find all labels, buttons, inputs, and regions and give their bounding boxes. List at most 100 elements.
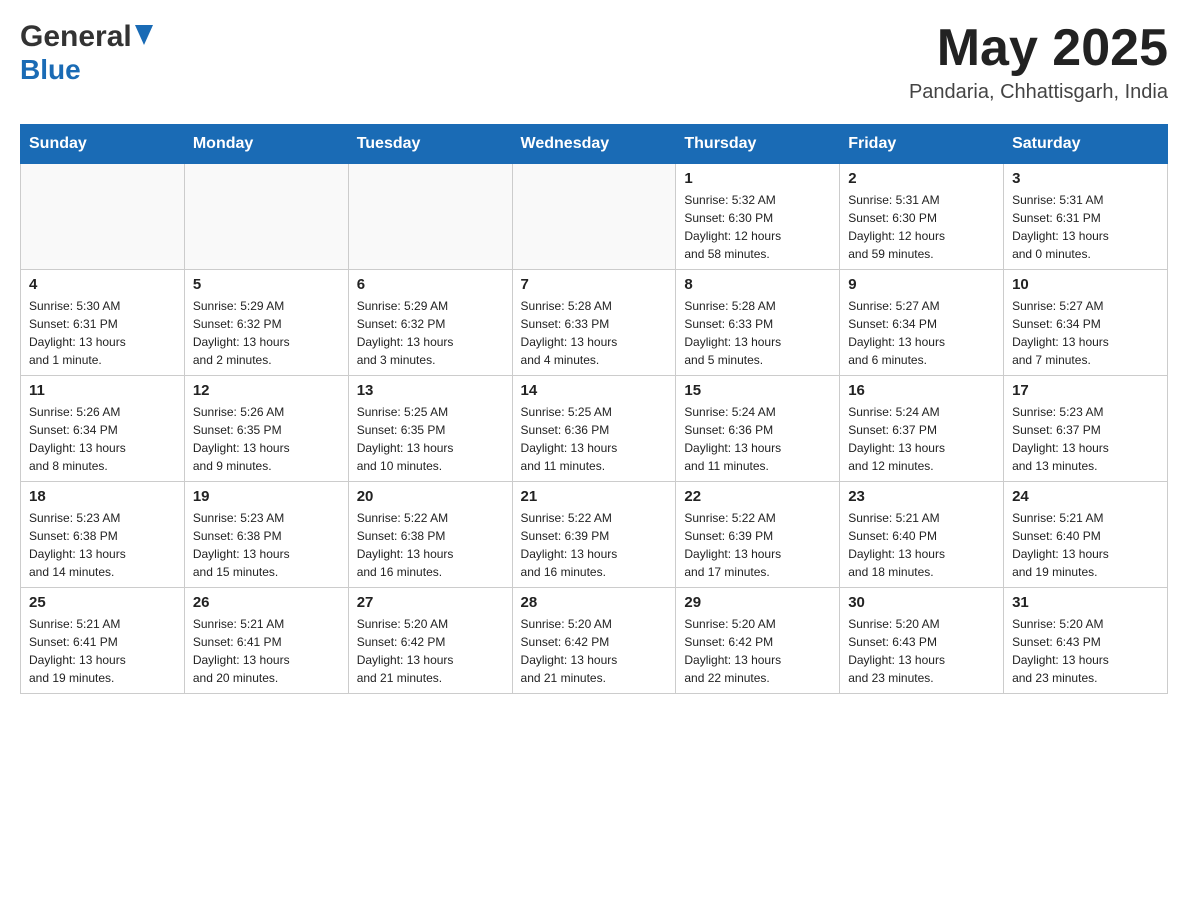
day-info: Sunrise: 5:26 AMSunset: 6:34 PMDaylight:… bbox=[29, 403, 176, 475]
week-row-3: 11 Sunrise: 5:26 AMSunset: 6:34 PMDayligh… bbox=[21, 376, 1168, 482]
day-header-saturday: Saturday bbox=[1004, 125, 1168, 164]
calendar-cell bbox=[512, 164, 676, 270]
day-header-tuesday: Tuesday bbox=[348, 125, 512, 164]
calendar-cell: 1 Sunrise: 5:32 AMSunset: 6:30 PMDaylight… bbox=[676, 164, 840, 270]
month-title: May 2025 bbox=[909, 20, 1168, 77]
week-row-2: 4Sunrise: 5:30 AMSunset: 6:31 PMDaylight… bbox=[21, 270, 1168, 376]
day-info: Sunrise: 5:20 AMSunset: 6:43 PMDaylight:… bbox=[848, 615, 995, 687]
title-block: May 2025 Pandaria, Chhattisgarh, India bbox=[909, 20, 1168, 104]
day-info: Sunrise: 5:22 AMSunset: 6:39 PMDaylight:… bbox=[521, 509, 668, 581]
calendar-cell: 15Sunrise: 5:24 AMSunset: 6:36 PMDayligh… bbox=[676, 376, 840, 482]
calendar-cell: 29 Sunrise: 5:20 AMSunset: 6:42 PMDayligh… bbox=[676, 588, 840, 694]
calendar-cell: 3 Sunrise: 5:31 AMSunset: 6:31 PMDaylight… bbox=[1004, 164, 1168, 270]
day-info: Sunrise: 5:25 AMSunset: 6:36 PMDaylight:… bbox=[521, 403, 668, 475]
logo: General Blue bbox=[20, 20, 153, 86]
day-info: Sunrise: 5:20 AMSunset: 6:42 PMDaylight:… bbox=[521, 615, 668, 687]
day-info: Sunrise: 5:20 AMSunset: 6:43 PMDaylight:… bbox=[1012, 615, 1159, 687]
day-info: Sunrise: 5:29 AMSunset: 6:32 PMDaylight:… bbox=[357, 297, 504, 369]
calendar-table: SundayMondayTuesdayWednesdayThursdayFrid… bbox=[20, 124, 1168, 694]
day-header-monday: Monday bbox=[184, 125, 348, 164]
day-info: Sunrise: 5:24 AMSunset: 6:37 PMDaylight:… bbox=[848, 403, 995, 475]
day-info: Sunrise: 5:25 AMSunset: 6:35 PMDaylight:… bbox=[357, 403, 504, 475]
day-number: 27 bbox=[357, 594, 504, 611]
day-info: Sunrise: 5:27 AMSunset: 6:34 PMDaylight:… bbox=[848, 297, 995, 369]
calendar-cell: 30 Sunrise: 5:20 AMSunset: 6:43 PMDayligh… bbox=[840, 588, 1004, 694]
day-info: Sunrise: 5:21 AMSunset: 6:41 PMDaylight:… bbox=[29, 615, 176, 687]
day-number: 3 bbox=[1012, 170, 1159, 187]
logo-general-text: General bbox=[20, 20, 132, 54]
day-header-sunday: Sunday bbox=[21, 125, 185, 164]
calendar-cell bbox=[184, 164, 348, 270]
calendar-cell: 14 Sunrise: 5:25 AMSunset: 6:36 PMDayligh… bbox=[512, 376, 676, 482]
day-number: 10 bbox=[1012, 276, 1159, 293]
logo-triangle-icon bbox=[135, 25, 153, 50]
day-number: 1 bbox=[684, 170, 831, 187]
day-info: Sunrise: 5:31 AMSunset: 6:31 PMDaylight:… bbox=[1012, 191, 1159, 263]
week-row-1: 1 Sunrise: 5:32 AMSunset: 6:30 PMDaylight… bbox=[21, 164, 1168, 270]
day-info: Sunrise: 5:27 AMSunset: 6:34 PMDaylight:… bbox=[1012, 297, 1159, 369]
day-number: 31 bbox=[1012, 594, 1159, 611]
calendar-cell: 28 Sunrise: 5:20 AMSunset: 6:42 PMDayligh… bbox=[512, 588, 676, 694]
day-info: Sunrise: 5:20 AMSunset: 6:42 PMDaylight:… bbox=[684, 615, 831, 687]
day-number: 16 bbox=[848, 382, 995, 399]
day-number: 2 bbox=[848, 170, 995, 187]
day-info: Sunrise: 5:28 AMSunset: 6:33 PMDaylight:… bbox=[521, 297, 668, 369]
day-number: 23 bbox=[848, 488, 995, 505]
day-number: 29 bbox=[684, 594, 831, 611]
day-number: 4 bbox=[29, 276, 176, 293]
day-info: Sunrise: 5:23 AMSunset: 6:38 PMDaylight:… bbox=[29, 509, 176, 581]
day-number: 28 bbox=[521, 594, 668, 611]
calendar-cell: 18 Sunrise: 5:23 AMSunset: 6:38 PMDayligh… bbox=[21, 482, 185, 588]
day-number: 18 bbox=[29, 488, 176, 505]
day-info: Sunrise: 5:29 AMSunset: 6:32 PMDaylight:… bbox=[193, 297, 340, 369]
day-header-thursday: Thursday bbox=[676, 125, 840, 164]
day-number: 5 bbox=[193, 276, 340, 293]
calendar-cell bbox=[21, 164, 185, 270]
day-info: Sunrise: 5:23 AMSunset: 6:37 PMDaylight:… bbox=[1012, 403, 1159, 475]
day-info: Sunrise: 5:31 AMSunset: 6:30 PMDaylight:… bbox=[848, 191, 995, 263]
day-info: Sunrise: 5:22 AMSunset: 6:39 PMDaylight:… bbox=[684, 509, 831, 581]
calendar-cell: 2 Sunrise: 5:31 AMSunset: 6:30 PMDaylight… bbox=[840, 164, 1004, 270]
day-info: Sunrise: 5:23 AMSunset: 6:38 PMDaylight:… bbox=[193, 509, 340, 581]
calendar-cell: 27 Sunrise: 5:20 AMSunset: 6:42 PMDayligh… bbox=[348, 588, 512, 694]
calendar-cell: 10 Sunrise: 5:27 AMSunset: 6:34 PMDayligh… bbox=[1004, 270, 1168, 376]
day-number: 14 bbox=[521, 382, 668, 399]
day-number: 13 bbox=[357, 382, 504, 399]
day-info: Sunrise: 5:21 AMSunset: 6:40 PMDaylight:… bbox=[1012, 509, 1159, 581]
location-text: Pandaria, Chhattisgarh, India bbox=[909, 81, 1168, 104]
calendar-header-row: SundayMondayTuesdayWednesdayThursdayFrid… bbox=[21, 125, 1168, 164]
day-number: 15 bbox=[684, 382, 831, 399]
day-info: Sunrise: 5:32 AMSunset: 6:30 PMDaylight:… bbox=[684, 191, 831, 263]
week-row-5: 25 Sunrise: 5:21 AMSunset: 6:41 PMDayligh… bbox=[21, 588, 1168, 694]
day-number: 19 bbox=[193, 488, 340, 505]
day-number: 25 bbox=[29, 594, 176, 611]
calendar-cell: 6 Sunrise: 5:29 AMSunset: 6:32 PMDaylight… bbox=[348, 270, 512, 376]
day-number: 6 bbox=[357, 276, 504, 293]
calendar-cell: 22 Sunrise: 5:22 AMSunset: 6:39 PMDayligh… bbox=[676, 482, 840, 588]
calendar-cell: 9 Sunrise: 5:27 AMSunset: 6:34 PMDaylight… bbox=[840, 270, 1004, 376]
day-number: 30 bbox=[848, 594, 995, 611]
calendar-cell: 25 Sunrise: 5:21 AMSunset: 6:41 PMDayligh… bbox=[21, 588, 185, 694]
calendar-cell: 19 Sunrise: 5:23 AMSunset: 6:38 PMDayligh… bbox=[184, 482, 348, 588]
day-number: 22 bbox=[684, 488, 831, 505]
page-header: General Blue May 2025 Pandaria, Chhattis… bbox=[20, 20, 1168, 104]
day-number: 24 bbox=[1012, 488, 1159, 505]
day-header-friday: Friday bbox=[840, 125, 1004, 164]
calendar-cell: 12Sunrise: 5:26 AMSunset: 6:35 PMDayligh… bbox=[184, 376, 348, 482]
day-number: 9 bbox=[848, 276, 995, 293]
day-info: Sunrise: 5:20 AMSunset: 6:42 PMDaylight:… bbox=[357, 615, 504, 687]
calendar-cell: 31 Sunrise: 5:20 AMSunset: 6:43 PMDayligh… bbox=[1004, 588, 1168, 694]
logo-blue-text: Blue bbox=[20, 54, 81, 85]
day-number: 20 bbox=[357, 488, 504, 505]
calendar-cell: 8Sunrise: 5:28 AMSunset: 6:33 PMDaylight… bbox=[676, 270, 840, 376]
day-number: 21 bbox=[521, 488, 668, 505]
calendar-cell: 21 Sunrise: 5:22 AMSunset: 6:39 PMDayligh… bbox=[512, 482, 676, 588]
day-info: Sunrise: 5:21 AMSunset: 6:40 PMDaylight:… bbox=[848, 509, 995, 581]
calendar-cell: 11 Sunrise: 5:26 AMSunset: 6:34 PMDayligh… bbox=[21, 376, 185, 482]
day-info: Sunrise: 5:22 AMSunset: 6:38 PMDaylight:… bbox=[357, 509, 504, 581]
day-number: 17 bbox=[1012, 382, 1159, 399]
calendar-cell: 4Sunrise: 5:30 AMSunset: 6:31 PMDaylight… bbox=[21, 270, 185, 376]
day-number: 11 bbox=[29, 382, 176, 399]
day-info: Sunrise: 5:28 AMSunset: 6:33 PMDaylight:… bbox=[684, 297, 831, 369]
calendar-cell: 7Sunrise: 5:28 AMSunset: 6:33 PMDaylight… bbox=[512, 270, 676, 376]
